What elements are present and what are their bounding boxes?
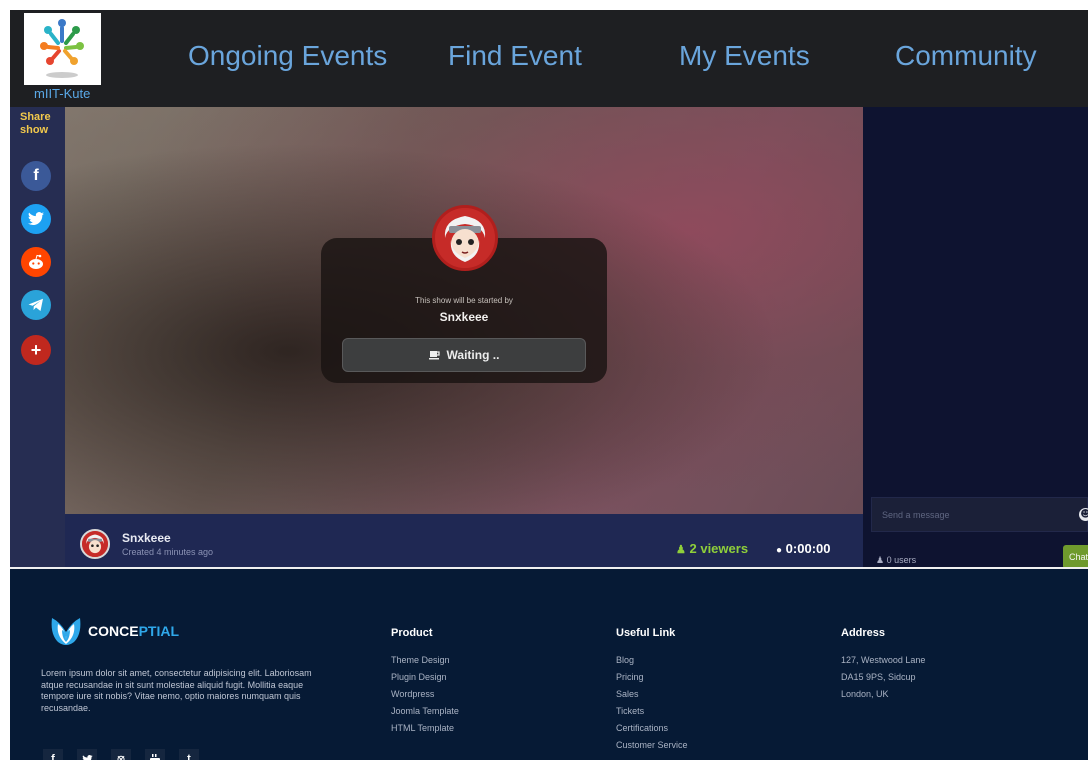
- footer-useful-link-list: Blog Pricing Sales Tickets Certification…: [616, 652, 688, 754]
- nav-my-events[interactable]: My Events: [679, 40, 810, 72]
- host-name[interactable]: Snxkeee: [122, 531, 171, 545]
- footer-address-title: Address: [841, 627, 886, 639]
- brand-name-main: CONCE: [88, 623, 139, 639]
- footer-brand-name: CONCEPTIAL: [88, 623, 179, 639]
- nav-ongoing-events[interactable]: Ongoing Events: [188, 40, 387, 72]
- address-line: London, UK: [841, 689, 889, 699]
- facebook-icon: f: [33, 167, 39, 184]
- host-avatar-small[interactable]: [80, 529, 110, 559]
- footer-brand[interactable]: CONCEPTIAL: [50, 614, 179, 648]
- facebook-icon: f: [51, 753, 55, 760]
- footer-dribbble-button[interactable]: ⦻: [111, 749, 131, 760]
- waiting-button-label: Waiting ..: [446, 348, 500, 362]
- footer-link[interactable]: Wordpress: [391, 686, 459, 703]
- telegram-icon: [28, 298, 43, 311]
- chat-input-wrapper: ☻: [871, 497, 1088, 532]
- footer-youtube-button[interactable]: [145, 749, 165, 760]
- timer-label: 0:00:00: [785, 541, 831, 556]
- stream-timer: ● 0:00:00: [776, 541, 830, 556]
- footer-link[interactable]: HTML Template: [391, 720, 459, 737]
- footer-link[interactable]: Certifications: [616, 720, 688, 737]
- conceptial-logo-icon: [51, 618, 81, 645]
- dribbble-icon: ⦻: [117, 752, 125, 760]
- stream-info-bar: Snxkeee Created 4 minutes ago ♟ 2 viewer…: [65, 514, 863, 567]
- twitter-icon: [82, 754, 93, 760]
- people-circle-logo-icon: [40, 19, 84, 78]
- footer-link[interactable]: Theme Design: [391, 652, 459, 669]
- share-facebook-button[interactable]: f: [21, 161, 51, 191]
- host-avatar-thumb: [82, 531, 108, 557]
- footer-twitter-button[interactable]: [77, 749, 97, 760]
- site-logo[interactable]: [24, 13, 101, 85]
- footer-link[interactable]: Sales: [616, 686, 688, 703]
- footer-link[interactable]: Customer Service: [616, 737, 688, 754]
- footer-link[interactable]: Joomla Template: [391, 703, 459, 720]
- chat-panel: ☻ ♟ 0 users Chat: [863, 107, 1088, 569]
- tumblr-icon: t: [187, 753, 191, 760]
- coffee-cup-icon: [428, 351, 440, 360]
- reddit-icon: [29, 254, 43, 269]
- emoji-icon[interactable]: ☻: [1079, 508, 1088, 521]
- address-line: DA15 9PS, Sidcup: [841, 672, 916, 682]
- video-stage: This show will be started by Snxkeee Wai…: [65, 107, 863, 514]
- user-icon: ♟: [676, 544, 686, 556]
- footer-link[interactable]: Pricing: [616, 669, 688, 686]
- app-frame: mIIT-Kute Ongoing Events Find Event My E…: [10, 10, 1088, 760]
- chat-send-button[interactable]: Chat: [1063, 545, 1088, 569]
- clock-icon: ●: [776, 545, 783, 556]
- address-line: 127, Westwood Lane: [841, 655, 926, 665]
- footer-product-title: Product: [391, 627, 433, 639]
- share-more-button[interactable]: +: [21, 335, 51, 365]
- share-reddit-button[interactable]: [21, 247, 51, 277]
- footer-link[interactable]: Blog: [616, 652, 688, 669]
- footer-facebook-button[interactable]: f: [43, 749, 63, 760]
- share-sidebar: Share show f +: [10, 107, 65, 567]
- brand-name-accent: PTIAL: [138, 623, 180, 639]
- chat-users-count: ♟ 0 users: [876, 555, 916, 566]
- youtube-icon: [150, 754, 160, 760]
- host-avatar-large: [432, 205, 498, 271]
- waiting-button[interactable]: Waiting ..: [342, 338, 586, 372]
- footer-address-list: 127, Westwood Lane DA15 9PS, Sidcup Lond…: [841, 652, 925, 703]
- user-icon: ♟: [876, 555, 885, 565]
- top-navbar: mIIT-Kute Ongoing Events Find Event My E…: [10, 10, 1088, 107]
- footer-link[interactable]: Plugin Design: [391, 669, 459, 686]
- footer-about-text: Lorem ipsum dolor sit amet, consectetur …: [41, 668, 312, 713]
- footer-link[interactable]: Tickets: [616, 703, 688, 720]
- footer-useful-link-title: Useful Link: [616, 627, 676, 639]
- host-avatar-image: [435, 208, 495, 268]
- viewers-count: ♟ 2 viewers: [676, 541, 748, 556]
- twitter-icon: [28, 212, 44, 225]
- footer-product-list: Theme Design Plugin Design Wordpress Joo…: [391, 652, 459, 737]
- chat-message-input[interactable]: [872, 498, 1072, 531]
- nav-find-event[interactable]: Find Event: [448, 40, 582, 72]
- site-logo-text: mIIT-Kute: [34, 86, 91, 101]
- footer-tumblr-button[interactable]: t: [179, 749, 199, 760]
- share-show-label: Share show: [20, 111, 51, 136]
- waiting-subtitle: This show will be started by: [415, 296, 513, 305]
- share-twitter-button[interactable]: [21, 204, 51, 234]
- plus-icon: +: [30, 339, 42, 360]
- created-time: Created 4 minutes ago: [122, 547, 214, 557]
- viewers-label: 2 viewers: [689, 541, 749, 556]
- share-telegram-button[interactable]: [21, 290, 51, 320]
- nav-community[interactable]: Community: [895, 40, 1037, 72]
- waiting-host-name: Snxkeee: [439, 310, 489, 324]
- site-footer: CONCEPTIAL Lorem ipsum dolor sit amet, c…: [10, 569, 1088, 760]
- chat-users-label: 0 users: [886, 555, 917, 565]
